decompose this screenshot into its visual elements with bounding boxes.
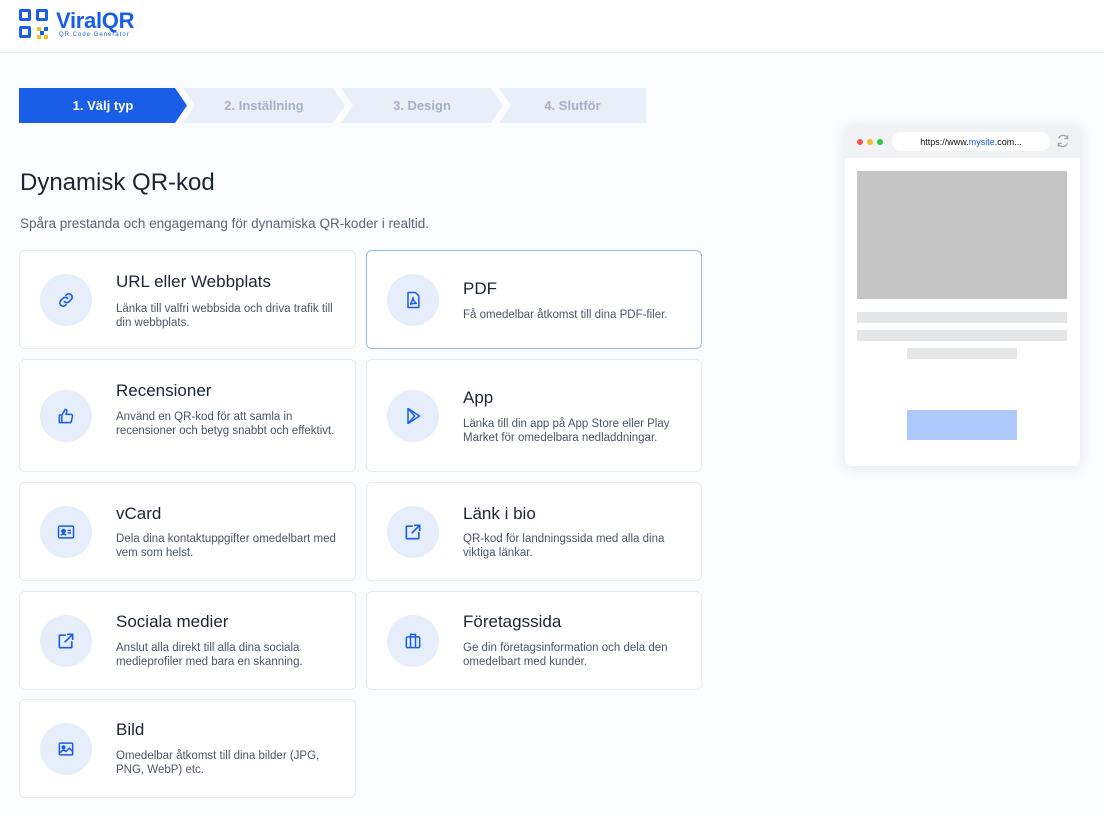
card-pdf[interactable]: PDF Få omedelbar åtkomst till dina PDF-f…: [366, 250, 702, 349]
card-description: Länka till valfri webbsida och driva tra…: [116, 303, 333, 329]
card-app[interactable]: App Länka till din app på App Store elle…: [366, 359, 702, 472]
card-title: App: [463, 388, 494, 407]
card-description: Få omedelbar åtkomst till dina PDF-filer…: [463, 309, 668, 321]
link-icon: [40, 274, 92, 326]
url-domain: mysite: [968, 136, 995, 147]
url-bar: https://www. mysite .com...: [892, 132, 1050, 151]
card-business-page[interactable]: Företagssida Ge din företagsinformation …: [366, 591, 702, 690]
url-prefix: https://www.: [920, 136, 969, 147]
page-subtitle: Spåra prestanda och engagemang för dynam…: [20, 216, 429, 231]
card-title: Företagssida: [463, 612, 562, 631]
card-description: Anslut alla direkt till alla dina social…: [116, 642, 303, 668]
play-icon: [387, 390, 439, 442]
browser-toolbar: https://www. mysite .com...: [845, 125, 1080, 158]
url-suffix: .com...: [994, 136, 1022, 147]
card-description: Dela dina kontaktuppgifter omedelbart me…: [116, 533, 336, 559]
card-description: Länka till din app på App Store eller Pl…: [463, 418, 670, 444]
card-image[interactable]: Bild Omedelbar åtkomst till dina bilder …: [19, 699, 356, 798]
minimize-dot-icon: [867, 139, 873, 145]
briefcase-icon: [387, 615, 439, 667]
maximize-dot-icon: [877, 139, 883, 145]
close-dot-icon: [857, 139, 863, 145]
contact-card-icon: [40, 506, 92, 558]
card-title: vCard: [116, 504, 162, 523]
card-vcard[interactable]: vCard Dela dina kontaktuppgifter omedelb…: [19, 482, 356, 581]
card-title: URL eller Webbplats: [116, 272, 271, 291]
brand-logo[interactable]: ViralQR QR Code Generator: [19, 8, 135, 39]
text-line-placeholder: [857, 312, 1067, 323]
page-title: Dynamisk QR-kod: [20, 169, 215, 196]
card-url[interactable]: URL eller Webbplats Länka till valfri we…: [19, 250, 356, 349]
card-title: Länk i bio: [463, 504, 536, 523]
step-finish[interactable]: 4. Slutför: [499, 88, 646, 123]
card-title: Recensioner: [116, 381, 212, 400]
card-reviews[interactable]: Recensioner Använd en QR-kod för att sam…: [19, 359, 356, 472]
share-icon: [40, 615, 92, 667]
qr-logo-icon: [19, 9, 49, 39]
card-description: Ge din företagsinformation och dela den …: [463, 642, 668, 668]
pdf-icon: [387, 274, 439, 326]
step-settings[interactable]: 2. Inställning: [183, 88, 345, 123]
card-title: Sociala medier: [116, 612, 229, 631]
reload-icon: [1057, 134, 1069, 148]
brand-tagline: QR Code Generator: [59, 32, 130, 38]
browser-preview: https://www. mysite .com...: [845, 125, 1080, 466]
text-line-placeholder: [907, 348, 1017, 359]
card-description: Använd en QR-kod för att samla in recens…: [116, 411, 335, 437]
card-description: Omedelbar åtkomst till dina bilder (JPG,…: [116, 750, 320, 776]
image-icon: [40, 723, 92, 775]
card-description: QR-kod för landningssida med alla dina v…: [463, 533, 665, 559]
external-link-icon: [387, 506, 439, 558]
text-line-placeholder: [857, 330, 1067, 341]
card-social-media[interactable]: Sociala medier Anslut alla direkt till a…: [19, 591, 356, 690]
step-design[interactable]: 3. Design: [341, 88, 503, 123]
thumbs-up-icon: [40, 390, 92, 442]
button-placeholder: [907, 410, 1017, 440]
wizard-stepper: 1. Välj typ 2. Inställning 3. Design 4. …: [19, 88, 646, 123]
card-title: Bild: [116, 720, 145, 739]
brand-name: ViralQR: [56, 8, 135, 33]
card-title: PDF: [463, 279, 497, 298]
card-link-in-bio[interactable]: Länk i bio QR-kod för landningssida med …: [366, 482, 702, 581]
hero-image-placeholder: [857, 171, 1067, 299]
top-header: ViralQR QR Code Generator: [0, 0, 1104, 53]
step-choose-type[interactable]: 1. Välj typ: [19, 88, 187, 123]
